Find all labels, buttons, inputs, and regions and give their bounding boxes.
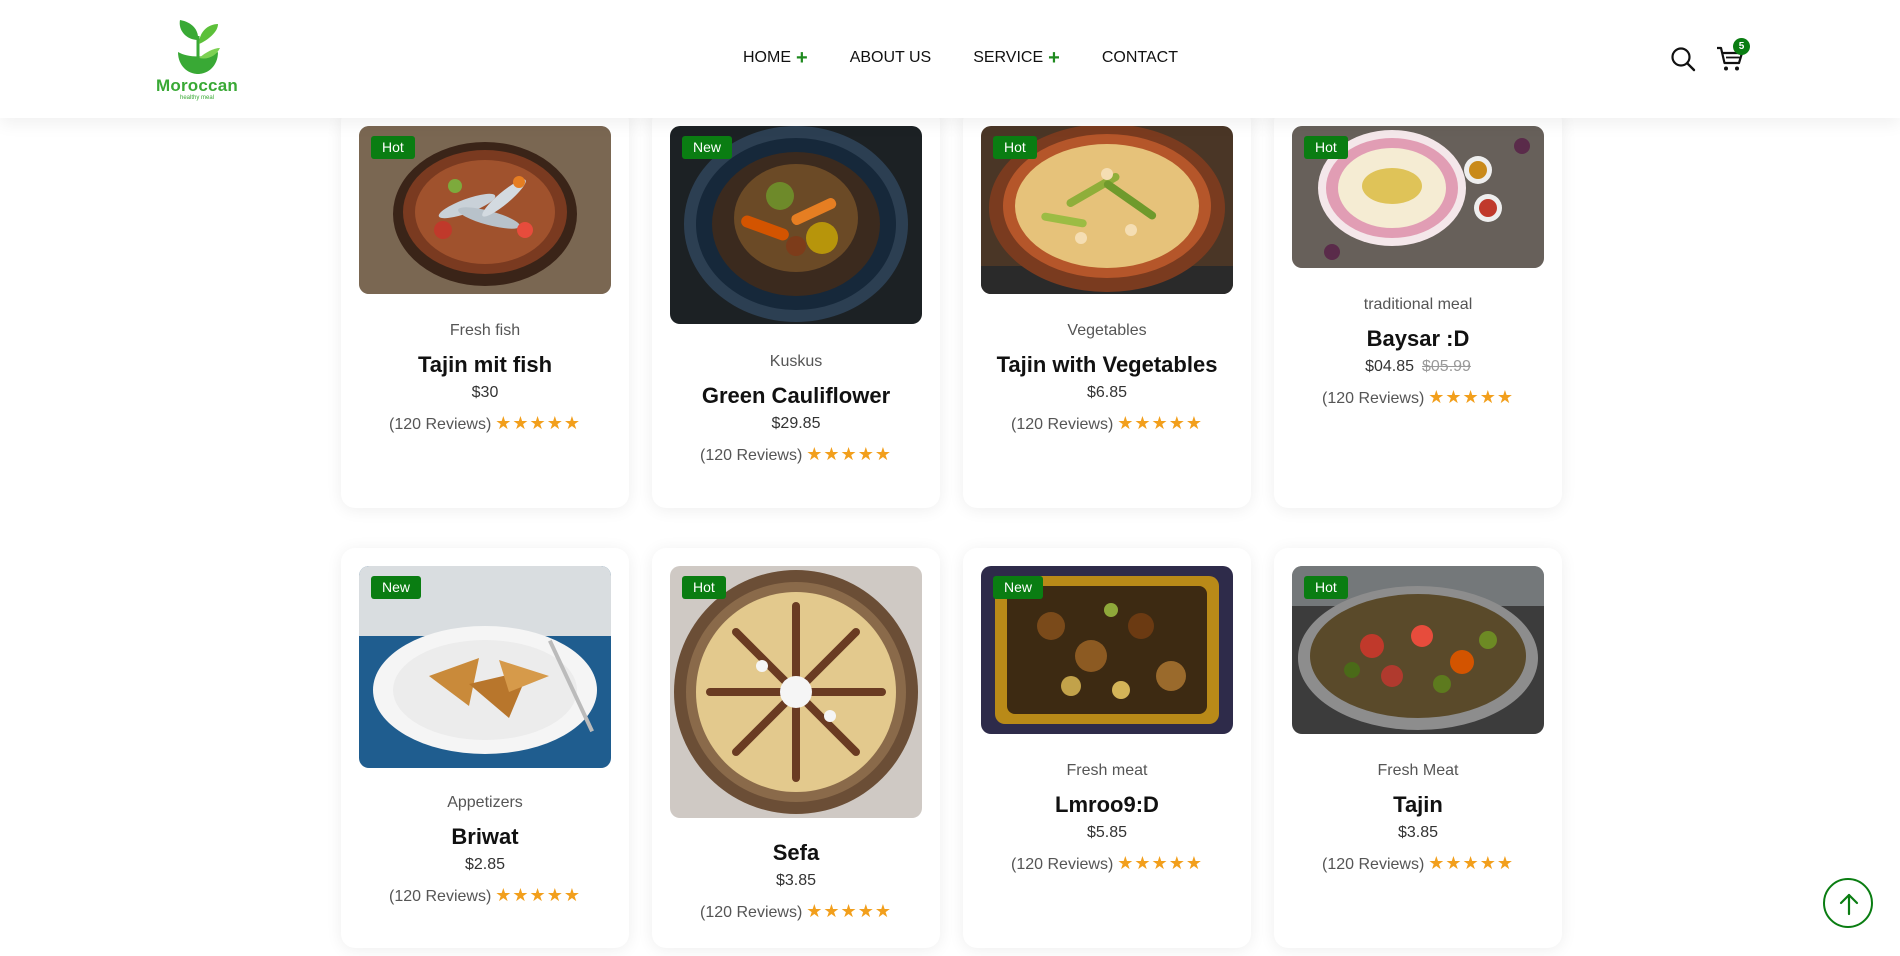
product-reviews: (120 Reviews) ★★★★★: [652, 901, 940, 923]
product-title[interactable]: Briwat: [341, 824, 629, 852]
nav-about-us[interactable]: ABOUT US: [850, 49, 932, 67]
product-card[interactable]: Hot Sefa $3.85 (120 Reviews) ★★★★★: [652, 548, 940, 948]
current-price: $04.85: [1365, 358, 1414, 375]
product-price: $3.85: [1397, 824, 1439, 841]
star-rating-icon: ★★★★★: [495, 885, 581, 905]
hot-badge: Hot: [1304, 136, 1348, 159]
product-info: Fresh Meat Tajin $3.85 (120 Reviews) ★★★★…: [1274, 762, 1562, 875]
leaf-logo-icon: [178, 20, 220, 74]
hot-badge: Hot: [993, 136, 1037, 159]
star-rating-icon: ★★★★★: [1117, 413, 1203, 433]
nav-home-label: HOME: [743, 49, 791, 66]
reviews-count: (120 Reviews): [700, 447, 803, 464]
product-info: Appetizers Briwat $2.85 (120 Reviews) ★★★…: [341, 794, 629, 907]
nav-home[interactable]: HOME +: [743, 47, 808, 69]
product-title[interactable]: Sefa: [652, 840, 940, 868]
product-reviews: (120 Reviews) ★★★★★: [341, 413, 629, 435]
product-info: Fresh fish Tajin mit fish $30 (120 Revie…: [341, 322, 629, 435]
nav-contact[interactable]: CONTACT: [1102, 49, 1178, 67]
scroll-to-top-button[interactable]: [1823, 878, 1873, 928]
reviews-count: (120 Reviews): [1011, 416, 1114, 433]
nav-service[interactable]: SERVICE +: [973, 47, 1060, 69]
page: Moroccan healthy meal HOME + ABOUT US SE…: [0, 0, 1900, 956]
new-badge: New: [682, 136, 733, 159]
product-card[interactable]: Hot Fresh Meat Tajin $3.85 (120 Reviews)…: [1274, 548, 1562, 948]
product-info: traditional meal Baysar :D $04.85 $05.99 …: [1274, 296, 1562, 409]
star-rating-icon: ★★★★★: [806, 444, 892, 464]
product-title[interactable]: Tajin mit fish: [341, 352, 629, 380]
product-price: $29.85: [771, 415, 821, 432]
product-reviews: (120 Reviews) ★★★★★: [963, 853, 1251, 875]
logo-tagline: healthy meal: [179, 95, 215, 101]
product-card[interactable]: New Kuskus Green Cauliflower $29.85 (120…: [652, 108, 940, 508]
product-category: Appetizers: [447, 794, 523, 811]
reviews-count: (120 Reviews): [1011, 856, 1114, 873]
product-info: Vegetables Tajin with Vegetables $6.85 (…: [963, 322, 1251, 435]
product-price: $5.85: [1086, 824, 1128, 841]
star-rating-icon: ★★★★★: [1428, 853, 1514, 873]
star-rating-icon: ★★★★★: [1117, 853, 1203, 873]
star-rating-icon: ★★★★★: [806, 901, 892, 921]
product-info: Kuskus Green Cauliflower $29.85 (120 Rev…: [652, 353, 940, 466]
reviews-count: (120 Reviews): [389, 416, 492, 433]
plus-icon: +: [796, 47, 808, 69]
reviews-count: (120 Reviews): [700, 904, 803, 921]
product-price: $6.85: [1086, 384, 1128, 401]
product-reviews: (120 Reviews) ★★★★★: [1274, 387, 1562, 409]
product-title[interactable]: Tajin with Vegetables: [963, 352, 1251, 380]
product-price: $2.85: [464, 856, 506, 873]
product-card[interactable]: Hot Fresh fish Tajin mit fish $30 (120 R…: [341, 108, 629, 508]
nav-contact-label: CONTACT: [1101, 49, 1178, 66]
product-category: traditional meal: [1363, 296, 1473, 313]
cart-count-badge: 5: [1733, 38, 1750, 55]
product-category: Fresh fish: [449, 322, 521, 339]
reviews-count: (120 Reviews): [1322, 856, 1425, 873]
new-badge: New: [993, 576, 1044, 599]
product-info: Sefa $3.85 (120 Reviews) ★★★★★: [652, 840, 940, 923]
product-reviews: (120 Reviews) ★★★★★: [652, 444, 940, 466]
product-price: $3.85: [775, 872, 817, 889]
search-icon[interactable]: [1670, 46, 1696, 72]
sefa-image: [670, 566, 922, 818]
product-price: $30: [471, 384, 499, 401]
logo[interactable]: Moroccan healthy meal: [154, 18, 240, 104]
product-title[interactable]: Lmroo9:D: [963, 792, 1251, 820]
new-badge: New: [371, 576, 422, 599]
hot-badge: Hot: [682, 576, 726, 599]
product-reviews: (120 Reviews) ★★★★★: [963, 413, 1251, 435]
product-card[interactable]: New Fresh meat Lmroo9:D $5.85 (120 Revie…: [963, 548, 1251, 948]
product-title[interactable]: Tajin: [1274, 792, 1562, 820]
hot-badge: Hot: [371, 136, 415, 159]
product-category: Vegetables: [1067, 322, 1147, 339]
old-price: $05.99: [1422, 358, 1471, 375]
site-header: Moroccan healthy meal HOME + ABOUT US SE…: [0, 0, 1900, 118]
product-title[interactable]: Baysar :D: [1274, 326, 1562, 354]
product-reviews: (120 Reviews) ★★★★★: [1274, 853, 1562, 875]
product-reviews: (120 Reviews) ★★★★★: [341, 885, 629, 907]
product-category: Fresh Meat: [1377, 762, 1459, 779]
plus-icon: +: [1048, 47, 1060, 69]
nav-service-label: SERVICE: [973, 49, 1044, 66]
product-card[interactable]: Hot traditional meal Baysar :D $04.85 $05…: [1274, 108, 1562, 508]
product-card[interactable]: Hot Vegetables Tajin with Vegetables $6.…: [963, 108, 1251, 508]
hot-badge: Hot: [1304, 576, 1348, 599]
main-nav: HOME + ABOUT US SERVICE + CONTACT: [743, 48, 1178, 68]
product-card[interactable]: New Appetizers Briwat $2.85 (120 Reviews…: [341, 548, 629, 948]
star-rating-icon: ★★★★★: [495, 413, 581, 433]
arrow-up-icon: [1839, 893, 1859, 916]
logo-text: Moroccan: [156, 76, 238, 95]
product-image[interactable]: [670, 566, 922, 818]
product-category: Kuskus: [769, 353, 823, 370]
reviews-count: (120 Reviews): [389, 888, 492, 905]
reviews-count: (120 Reviews): [1322, 390, 1425, 407]
nav-about-label: ABOUT US: [849, 49, 932, 66]
star-rating-icon: ★★★★★: [1428, 387, 1514, 407]
product-title[interactable]: Green Cauliflower: [652, 383, 940, 411]
product-category: Fresh meat: [1066, 762, 1148, 779]
product-info: Fresh meat Lmroo9:D $5.85 (120 Reviews) ★…: [963, 762, 1251, 875]
product-price: $04.85 $05.99: [1274, 358, 1562, 380]
